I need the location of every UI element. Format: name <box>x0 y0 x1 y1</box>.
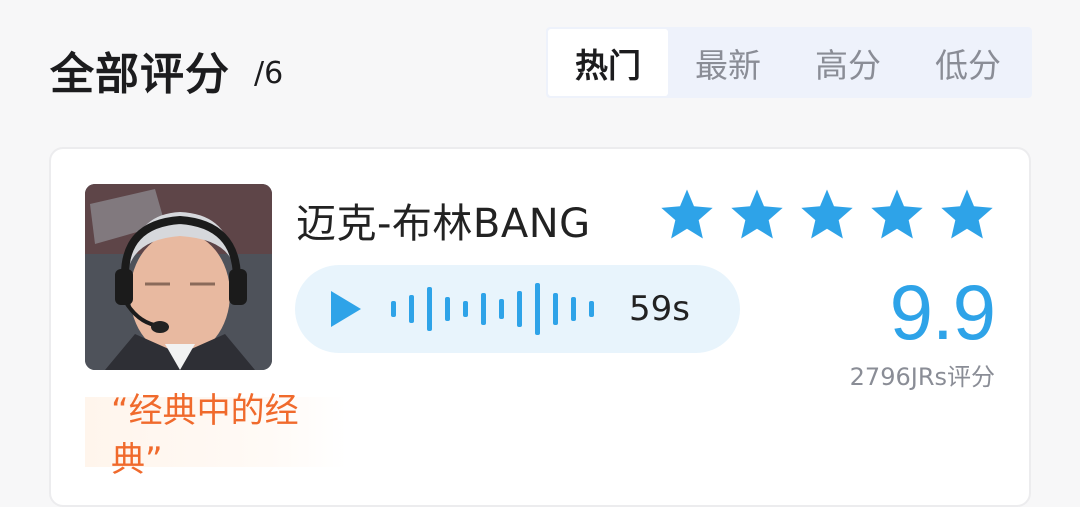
tab-latest[interactable]: 最新 <box>668 29 788 96</box>
star-icon <box>869 187 925 241</box>
star-icon <box>729 187 785 241</box>
tab-low[interactable]: 低分 <box>908 29 1028 96</box>
score-value: 9.9 <box>889 268 996 356</box>
tab-high[interactable]: 高分 <box>788 29 908 96</box>
rating-count: /6 <box>254 56 284 91</box>
review-quote: “经典中的经典” <box>85 391 347 480</box>
rating-votes: 2796JRs评分 <box>849 363 995 391</box>
star-rating <box>659 187 995 241</box>
sort-tabs: 热门 最新 高分 低分 <box>546 27 1032 98</box>
voice-message[interactable]: 59s <box>295 265 740 353</box>
page-title: 全部评分 <box>50 49 230 100</box>
play-icon[interactable] <box>331 291 361 327</box>
star-icon <box>659 187 715 241</box>
reviewer-name: 迈克-布林BANG <box>296 201 591 247</box>
star-icon <box>799 187 855 241</box>
voice-duration: 59s <box>629 289 690 329</box>
waveform-icon <box>391 283 594 335</box>
star-icon <box>939 187 995 241</box>
avatar[interactable] <box>85 184 272 370</box>
review-card[interactable]: 迈克-布林BANG 59s 9.9 2796JRs评分 “经典中的经典” <box>49 147 1031 507</box>
tab-hot[interactable]: 热门 <box>548 29 668 96</box>
